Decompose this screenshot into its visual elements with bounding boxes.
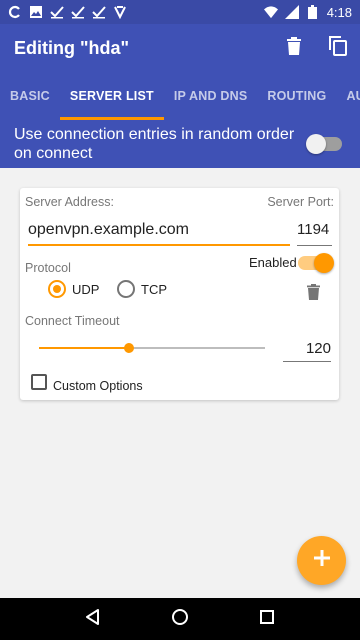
recents-button[interactable] xyxy=(247,599,287,639)
random-order-label: Use connection entries in random order o… xyxy=(14,126,295,162)
sync-icon xyxy=(8,5,22,19)
server-port-input[interactable]: 1194 xyxy=(297,218,332,246)
connect-timeout-value: 120 xyxy=(305,340,331,357)
tab-ip-and-dns[interactable]: IP AND DNS xyxy=(164,72,258,120)
custom-options-checkbox[interactable] xyxy=(31,374,47,390)
delete-profile-button[interactable] xyxy=(272,26,316,70)
tab-bar: BASIC SERVER LIST IP AND DNS ROUTING AUT… xyxy=(0,72,360,120)
status-time: 4:18 xyxy=(326,4,352,20)
check-icon xyxy=(71,5,85,19)
tab-basic[interactable]: BASIC xyxy=(0,72,60,120)
home-button[interactable] xyxy=(160,599,200,639)
vpn-icon xyxy=(113,5,127,19)
protocol-udp-option[interactable]: UDP xyxy=(48,280,108,300)
delete-icon xyxy=(306,283,320,305)
server-address-label: Server Address: xyxy=(25,195,114,209)
server-port-label: Server Port: xyxy=(267,195,334,209)
battery-icon xyxy=(306,5,320,19)
copy-profile-button[interactable] xyxy=(316,26,360,70)
check-icon xyxy=(50,5,64,19)
udp-radio[interactable] xyxy=(48,280,66,298)
server-address-value: openvpn.example.com xyxy=(28,221,189,238)
delete-icon xyxy=(287,36,301,60)
signal-icon xyxy=(284,5,299,19)
add-server-button[interactable] xyxy=(297,536,346,585)
tab-routing[interactable]: ROUTING xyxy=(257,72,336,120)
tcp-radio[interactable] xyxy=(117,280,135,298)
server-port-value: 1194 xyxy=(297,221,330,238)
random-order-switch[interactable] xyxy=(306,134,342,154)
back-icon xyxy=(85,608,101,630)
image-icon xyxy=(29,5,43,19)
app-bar: Editing "hda" xyxy=(0,24,360,72)
custom-options-row[interactable]: Custom Options xyxy=(31,374,171,394)
tab-server-list[interactable]: SERVER LIST xyxy=(59,72,164,120)
server-entry-card: Server Address: Server Port: openvpn.exa… xyxy=(20,188,339,400)
server-address-input[interactable]: openvpn.example.com xyxy=(28,218,290,246)
back-button[interactable] xyxy=(73,599,113,639)
connect-timeout-label: Connect Timeout xyxy=(25,314,120,328)
custom-options-label: Custom Options xyxy=(53,379,143,393)
check-icon xyxy=(92,5,106,19)
home-icon xyxy=(171,608,189,631)
page-title: Editing "hda" xyxy=(14,37,130,58)
copy-icon xyxy=(329,35,347,61)
protocol-tcp-option[interactable]: TCP xyxy=(117,280,177,300)
remove-server-button[interactable] xyxy=(303,283,323,305)
wifi-icon xyxy=(263,5,278,19)
random-order-row: Use connection entries in random order o… xyxy=(0,120,360,168)
tab-authentication[interactable]: AUTHEN xyxy=(336,72,360,120)
status-bar: 4:18 xyxy=(0,0,360,24)
protocol-label: Protocol xyxy=(25,261,71,275)
slider-thumb[interactable] xyxy=(124,343,134,353)
connect-timeout-slider[interactable] xyxy=(39,341,265,355)
enabled-label: Enabled xyxy=(249,255,297,270)
recents-icon xyxy=(259,609,275,630)
server-enabled-switch[interactable] xyxy=(298,253,334,273)
plus-icon xyxy=(313,550,330,571)
connect-timeout-input[interactable]: 120 xyxy=(283,336,331,362)
navigation-bar xyxy=(0,598,360,640)
